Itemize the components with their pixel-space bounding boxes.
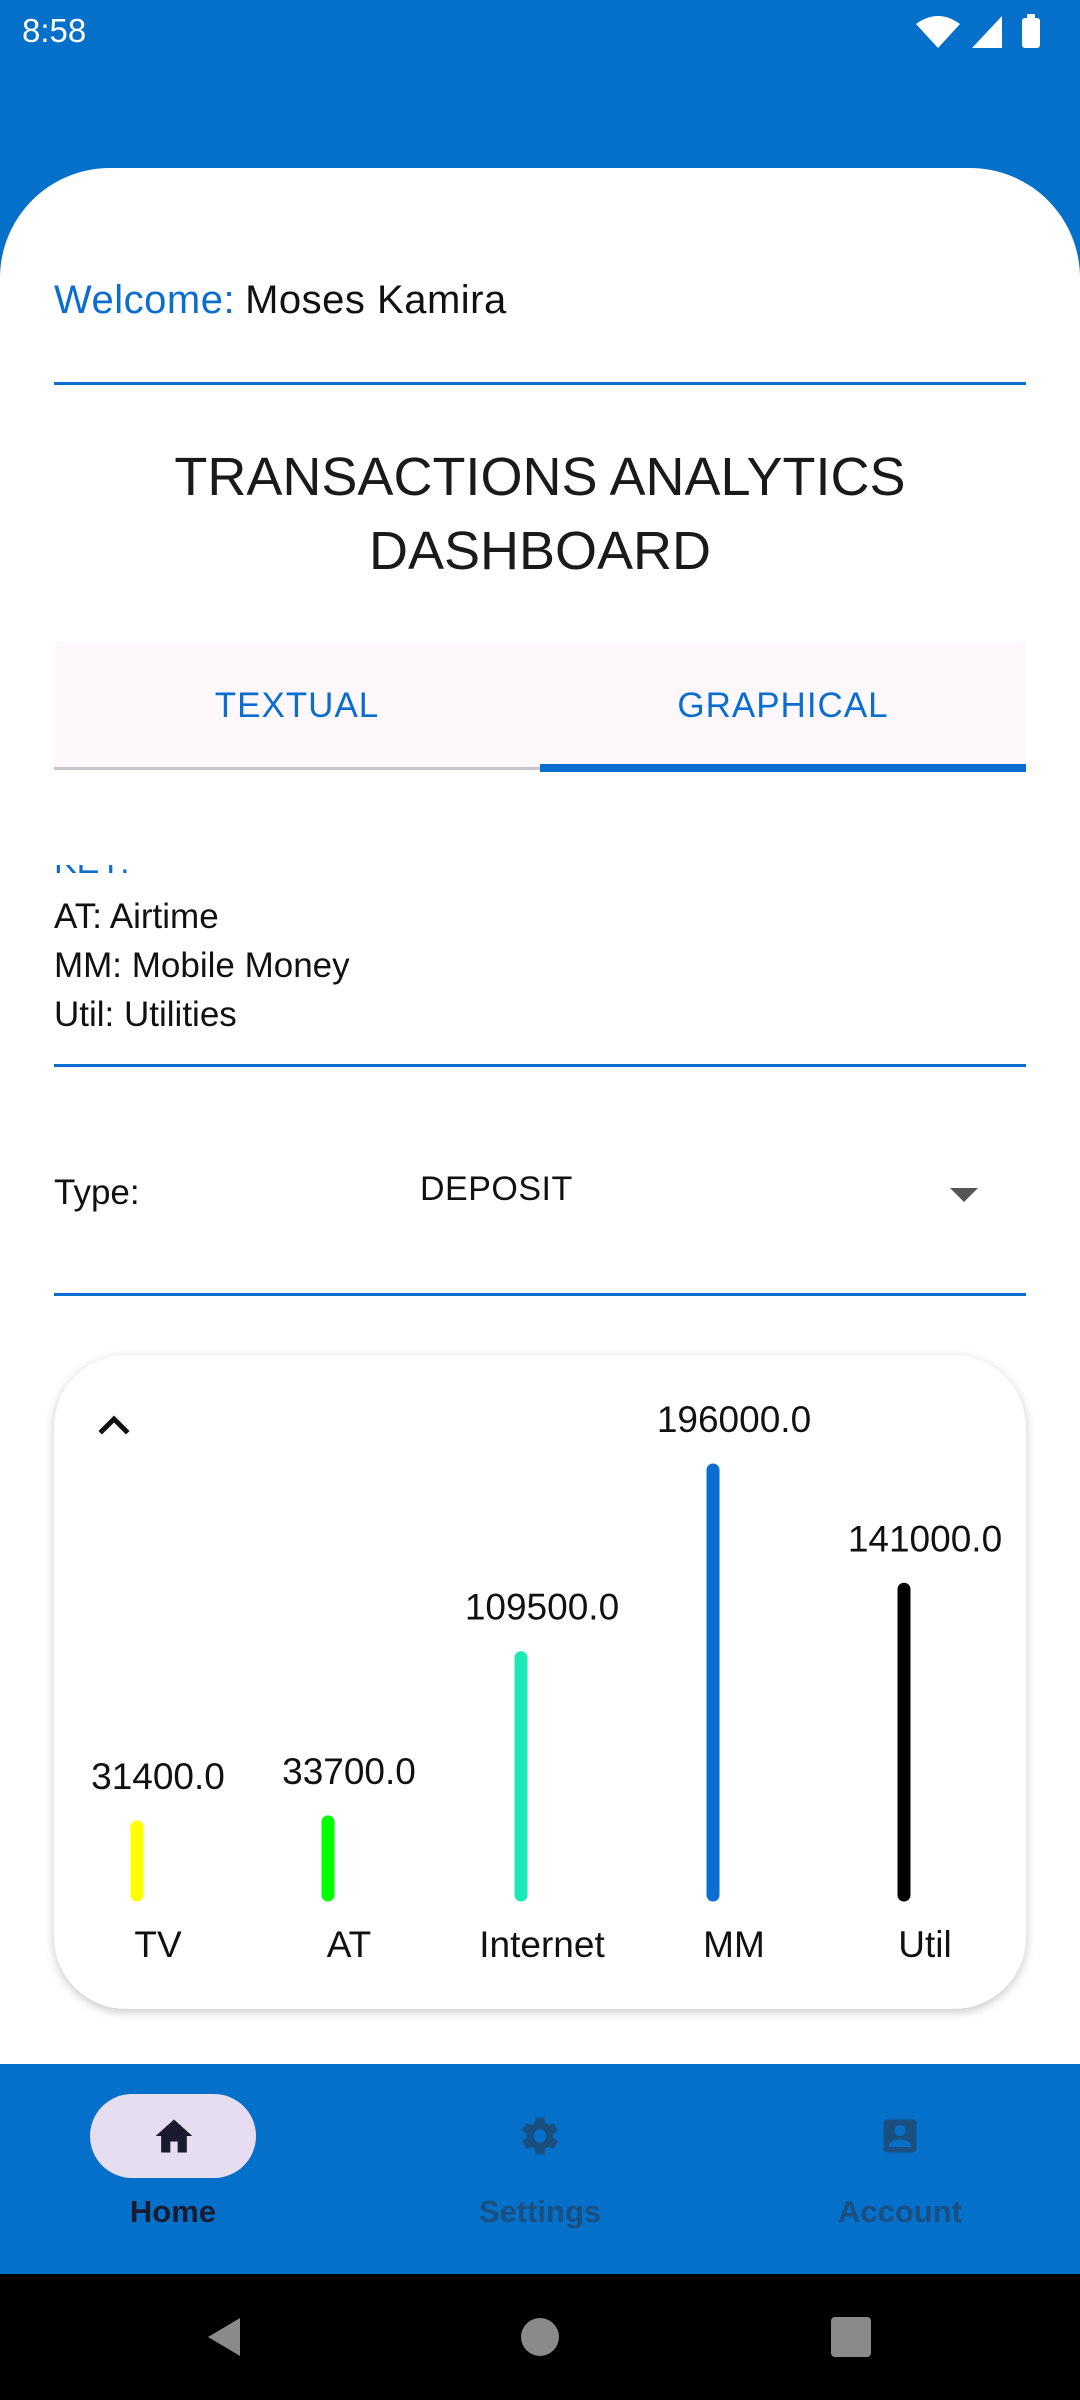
tab-active-indicator — [540, 764, 1026, 772]
key-title: KEY: — [54, 865, 130, 882]
category-label-tv: TV — [134, 1924, 182, 1965]
dropdown-arrow-icon — [950, 1188, 978, 1202]
type-selected-value: DEPOSIT — [420, 1170, 573, 1208]
user-name: Moses Kamira — [245, 278, 507, 322]
welcome-divider — [54, 382, 1026, 385]
key-divider — [54, 1064, 1026, 1067]
chart-card: 31400.0 TV 33700.0 AT 109500.0 Internet 196000… — [54, 1355, 1026, 2009]
key-block: KEY: AT: Airtime MM: Mobile Money Util: … — [54, 865, 854, 1040]
value-label-util: 141000.0 — [848, 1518, 1002, 1559]
tab-bar: TEXTUAL GRAPHICAL — [54, 642, 1026, 772]
category-label-mm: MM — [703, 1924, 765, 1965]
value-label-mm: 196000.0 — [657, 1399, 811, 1440]
status-bar: 8:58 — [0, 0, 1080, 64]
type-dropdown[interactable]: DEPOSIT — [420, 1150, 1026, 1234]
type-divider — [54, 1293, 1026, 1296]
system-navigation-bar — [0, 2274, 1080, 2400]
home-circle-icon[interactable] — [513, 2310, 567, 2364]
welcome-header: Welcome: Moses Kamira — [54, 278, 507, 323]
value-label-internet: 109500.0 — [465, 1587, 619, 1628]
bar-chart: 31400.0 TV 33700.0 AT 109500.0 Internet 196000… — [91, 1399, 1002, 1965]
nav-item-home[interactable]: Home — [0, 2064, 360, 2274]
type-label: Type: — [54, 1173, 140, 1212]
nav-item-account[interactable]: Account — [720, 2064, 1080, 2274]
category-label-internet: Internet — [479, 1924, 605, 1965]
settings-icon — [522, 2117, 558, 2155]
value-label-at: 33700.0 — [282, 1751, 416, 1792]
welcome-label: Welcome: — [54, 278, 236, 322]
home-icon — [155, 2119, 193, 2153]
tab-graphical[interactable]: GRAPHICAL — [540, 642, 1026, 770]
account-icon — [883, 2119, 917, 2153]
bottom-navigation: Home Settings Account — [0, 2064, 1080, 2274]
signal-icon — [972, 16, 1002, 48]
nav-label-home: Home — [129, 2194, 217, 2229]
recents-icon[interactable] — [824, 2310, 878, 2364]
status-time: 8:58 — [22, 12, 87, 49]
status-icons — [910, 12, 1060, 52]
key-line-utilities: Util: Utilities — [54, 995, 237, 1034]
nav-label-account: Account — [838, 2194, 962, 2229]
nav-item-settings[interactable]: Settings — [360, 2064, 720, 2274]
category-label-util: Util — [898, 1924, 951, 1965]
category-label-at: AT — [327, 1924, 372, 1965]
key-line-mobile-money: MM: Mobile Money — [54, 946, 350, 985]
key-line-airtime: AT: Airtime — [54, 897, 219, 936]
back-icon[interactable] — [196, 2310, 250, 2364]
wifi-icon — [916, 16, 960, 48]
battery-icon — [1022, 14, 1040, 48]
dashboard-title: TRANSACTIONS ANALYTICS DASHBOARD — [174, 447, 906, 581]
nav-label-settings: Settings — [478, 2194, 602, 2229]
value-label-tv: 31400.0 — [91, 1756, 225, 1797]
tab-textual[interactable]: TEXTUAL — [54, 642, 540, 770]
